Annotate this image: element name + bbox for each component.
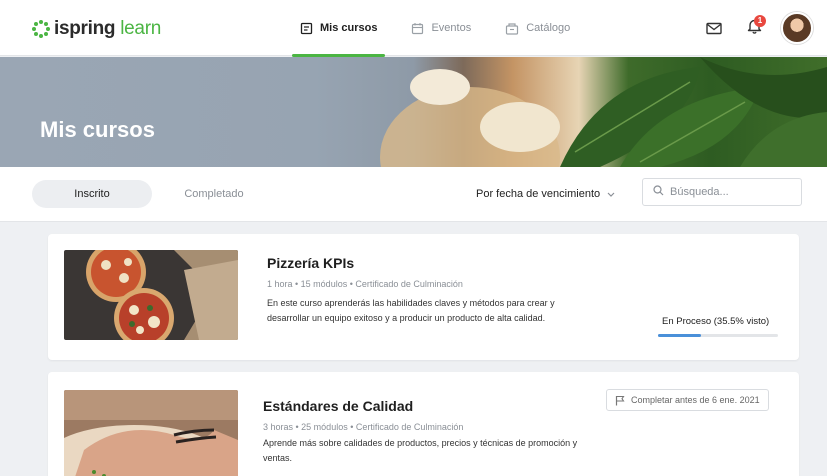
course-meta: 3 horas • 25 módulos • Certificado de Cu… <box>263 422 464 432</box>
page-title: Mis cursos <box>40 117 155 142</box>
course-thumbnail-dough <box>64 390 238 476</box>
course-status: En Proceso (35.5% visto) <box>662 316 770 327</box>
nav-item-my-courses[interactable]: Mis cursos <box>292 0 386 57</box>
header-actions: 1 <box>689 12 813 44</box>
search-icon <box>653 183 664 201</box>
progress-bar <box>658 334 778 337</box>
main-nav: Mis cursos Eventos Catálogo <box>292 0 596 57</box>
mail-icon[interactable] <box>699 13 729 43</box>
nav-item-label: Eventos <box>431 22 472 34</box>
book-icon <box>300 22 313 35</box>
course-thumbnail-pizza <box>64 250 238 340</box>
notification-badge: 1 <box>754 15 766 27</box>
deadline-badge: Completar antes de 6 ene. 2021 <box>606 389 769 411</box>
nav-item-events[interactable]: Eventos <box>403 0 479 56</box>
course-title[interactable]: Pizzería KPIs <box>267 255 354 271</box>
brand-logo[interactable]: ispring learn <box>32 18 161 40</box>
nav-item-label: Mis cursos <box>320 22 378 34</box>
notifications-button[interactable]: 1 <box>739 13 769 43</box>
logo-mark-icon <box>32 20 50 38</box>
search-input[interactable] <box>670 186 790 198</box>
catalog-icon <box>505 22 519 35</box>
pizza-basil-banner-image <box>380 57 827 167</box>
progress-bar-fill <box>658 334 701 337</box>
brand-name: ispring learn <box>54 18 161 39</box>
course-description: En este curso aprenderás las habilidades… <box>267 298 555 323</box>
course-meta: 1 hora • 15 módulos • Certificado de Cul… <box>267 279 463 289</box>
sort-label: Por fecha de vencimiento <box>476 188 601 200</box>
tab-completed[interactable]: Completado <box>164 180 264 208</box>
nav-item-label: Catálogo <box>526 22 571 34</box>
top-navigation-bar: ispring learn Mis cursos Eventos Catálog… <box>0 0 827 57</box>
course-description: Aprende más sobre calidades de productos… <box>263 438 578 463</box>
calendar-icon <box>411 22 424 35</box>
course-title[interactable]: Estándares de Calidad <box>263 398 413 414</box>
nav-item-catalog[interactable]: Catálogo <box>497 0 578 56</box>
tab-enrolled[interactable]: Inscrito <box>32 180 152 208</box>
course-card[interactable]: Estándares de Calidad 3 horas • 25 módul… <box>48 372 799 476</box>
course-card[interactable]: Pizzería KPIs 1 hora • 15 módulos • Cert… <box>48 234 799 360</box>
filter-bar: Inscrito Completado Por fecha de vencimi… <box>0 167 827 222</box>
sort-dropdown[interactable]: Por fecha de vencimiento <box>476 180 615 208</box>
hero-banner: Mis cursos <box>0 57 827 167</box>
deadline-label: Completar antes de 6 ene. 2021 <box>631 395 760 405</box>
search-box[interactable] <box>642 178 802 206</box>
chevron-down-icon <box>607 188 615 200</box>
user-avatar[interactable] <box>781 12 813 44</box>
flag-icon <box>615 395 625 406</box>
